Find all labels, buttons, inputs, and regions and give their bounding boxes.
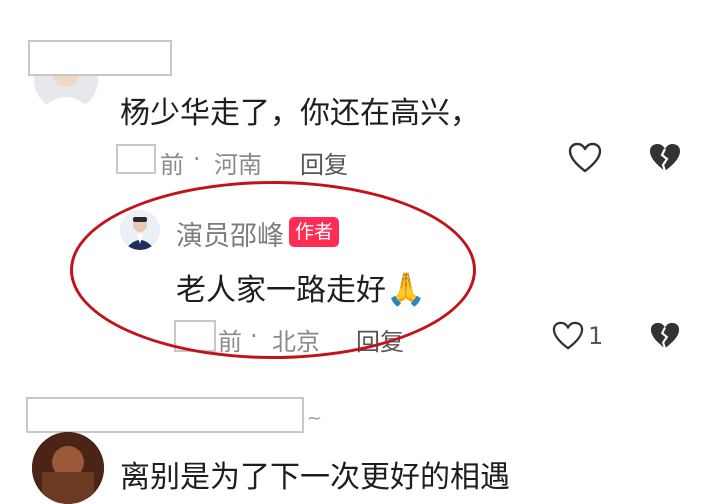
avatar[interactable] bbox=[32, 432, 104, 504]
comment-text: 杨少华走了，你还在高兴， bbox=[120, 96, 480, 131]
comment-time: 前 bbox=[160, 151, 184, 179]
like-count: 1 bbox=[588, 322, 604, 350]
heart-outline-icon[interactable] bbox=[568, 142, 602, 174]
broken-heart-icon[interactable] bbox=[648, 142, 682, 174]
broken-heart-icon[interactable] bbox=[649, 321, 681, 351]
redacted-username bbox=[28, 40, 172, 76]
highlight-annotation-oval bbox=[70, 181, 476, 359]
meta-separator: · bbox=[193, 145, 201, 173]
redacted-username bbox=[26, 397, 304, 433]
comment-location: 河南 bbox=[214, 151, 262, 179]
username-suffix: ~ bbox=[307, 408, 323, 429]
comment-text: 离别是为了下一次更好的相遇 bbox=[120, 460, 510, 495]
redacted-time-value bbox=[116, 144, 156, 174]
reply-button[interactable]: 回复 bbox=[300, 145, 348, 180]
heart-outline-icon[interactable] bbox=[552, 321, 584, 351]
user-avatar-image bbox=[32, 432, 104, 504]
